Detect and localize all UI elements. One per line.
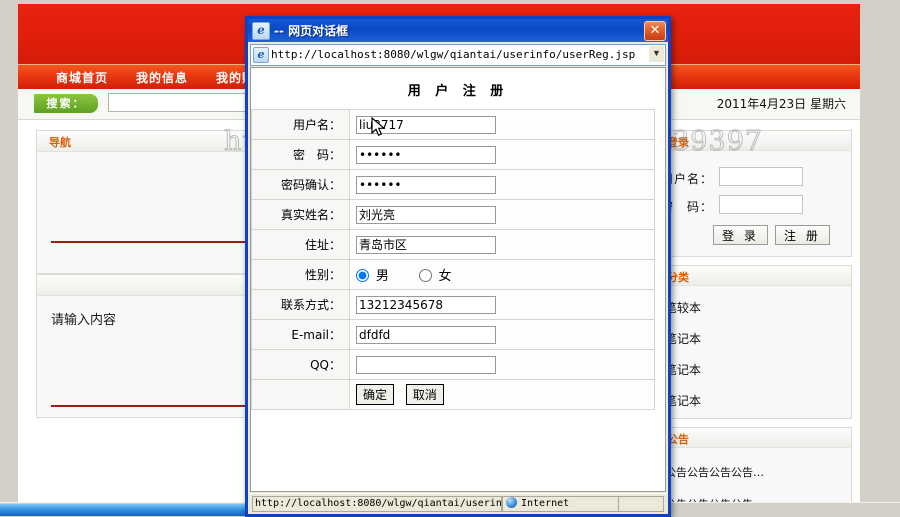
realname-input[interactable] xyxy=(356,205,496,224)
actions-cell: 确定 取消 xyxy=(349,379,655,410)
page-title: 用 户 注 册 xyxy=(407,84,509,99)
gender-label: 性别： xyxy=(251,259,350,290)
password-input[interactable] xyxy=(356,145,496,164)
qq-cell xyxy=(349,349,655,380)
realname-cell xyxy=(349,199,655,230)
qq-label: QQ： xyxy=(251,349,350,380)
gender-female-radio[interactable] xyxy=(418,269,432,282)
list-item[interactable]: 笔记本 xyxy=(657,354,851,385)
login-password-row: 密 码： xyxy=(657,191,851,219)
registration-form: 用户名： 密 码： 密码确认： 真实姓名： xyxy=(251,109,655,410)
table-row: QQ： xyxy=(251,349,655,380)
table-row: 住址： xyxy=(251,229,655,260)
nav-item-home[interactable]: 商城首页 xyxy=(56,69,108,86)
web-page-dialog: e -- 网页对话框 ✕ e http://localhost:8080/wlg… xyxy=(245,16,671,517)
realname-label: 真实姓名： xyxy=(251,199,350,230)
register-button[interactable]: 注 册 xyxy=(775,225,830,245)
ie-browser-icon: e xyxy=(252,22,270,40)
table-row: 性别： 男 女 xyxy=(251,259,655,290)
login-username-input[interactable] xyxy=(719,167,803,186)
dialog-status-bar: http://localhost:8080/wlgw/qiantai/useri… xyxy=(250,493,666,512)
chevron-down-icon[interactable]: ▼ xyxy=(649,46,664,62)
login-panel-header: 登录 xyxy=(657,131,851,151)
address-cell xyxy=(349,229,655,260)
login-username-row: 用户名： xyxy=(657,163,851,191)
list-item[interactable]: 公告公告公告公告… xyxy=(657,456,851,488)
status-url-text: http://localhost:8080/wlgw/qiantai/useri… xyxy=(252,496,502,512)
phone-label: 联系方式： xyxy=(251,289,350,320)
close-icon[interactable]: ✕ xyxy=(644,21,666,41)
category-panel: 分类 笔较本 笔记本 笔记本 笔记本 xyxy=(656,265,852,419)
table-row: 确定 取消 xyxy=(251,379,655,410)
gender-cell: 男 女 xyxy=(349,259,655,290)
table-row: 密码确认： xyxy=(251,169,655,200)
username-input[interactable] xyxy=(356,115,496,134)
username-cell xyxy=(349,109,655,140)
login-panel: 登录 用户名： 密 码： 登 录 注 册 xyxy=(656,130,852,257)
table-row: E-mail： xyxy=(251,319,655,350)
dialog-document: 用 户 注 册 用户名： 密 码： 密码确认： 真实 xyxy=(250,67,666,492)
status-zone-text: Internet xyxy=(521,498,570,509)
password-label: 密 码： xyxy=(251,139,350,170)
list-item[interactable]: 笔记本 xyxy=(657,323,851,354)
table-row: 密 码： xyxy=(251,139,655,170)
current-date-text: 2011年4月23日 星期六 xyxy=(716,97,846,111)
phone-cell xyxy=(349,289,655,320)
table-row: 用户名： xyxy=(251,109,655,140)
login-password-input[interactable] xyxy=(719,195,803,214)
gender-male-option[interactable]: 男 xyxy=(356,265,389,284)
address-label: 住址： xyxy=(251,229,350,260)
password-confirm-label: 密码确认： xyxy=(251,169,350,200)
dialog-title-text: -- 网页对话框 xyxy=(274,24,349,38)
gender-male-radio[interactable] xyxy=(356,269,369,282)
gender-female-option[interactable]: 女 xyxy=(418,265,452,284)
address-bar[interactable]: e http://localhost:8080/wlgw/qiantai/use… xyxy=(250,44,666,66)
list-item[interactable]: 笔记本 xyxy=(657,385,851,416)
table-row: 真实姓名： xyxy=(251,199,655,230)
dialog-title-bar[interactable]: e -- 网页对话框 ✕ xyxy=(248,19,668,42)
address-page-icon: e xyxy=(253,47,269,63)
notice-panel: 公告 公告公告公告公告… 公告公告公告公告… xyxy=(656,427,852,509)
username-label: 用户名： xyxy=(251,109,350,140)
nav-item-my-info[interactable]: 我的信息 xyxy=(136,69,188,86)
login-button-row: 登 录 注 册 xyxy=(657,219,851,257)
email-label: E-mail： xyxy=(251,319,350,350)
phone-input[interactable] xyxy=(356,295,496,314)
nav-panel-title: 导航 xyxy=(49,136,71,149)
login-button[interactable]: 登 录 xyxy=(713,225,768,245)
list-item[interactable]: 笔较本 xyxy=(657,292,851,323)
search-label: 搜索： xyxy=(34,94,98,113)
email-cell xyxy=(349,319,655,350)
globe-icon xyxy=(506,497,517,508)
actions-empty-label xyxy=(251,379,350,410)
address-url-text: http://localhost:8080/wlgw/qiantai/useri… xyxy=(271,48,636,61)
content-placeholder-text: 请输入内容 xyxy=(51,313,117,328)
password-cell xyxy=(349,139,655,170)
submit-button[interactable]: 确定 xyxy=(356,384,395,405)
status-resize-grip[interactable] xyxy=(618,496,664,512)
cancel-button[interactable]: 取消 xyxy=(405,384,444,405)
password-confirm-cell xyxy=(349,169,655,200)
email-input[interactable] xyxy=(356,325,496,344)
table-row: 联系方式： xyxy=(251,289,655,320)
notice-panel-header: 公告 xyxy=(657,428,851,448)
address-input[interactable] xyxy=(356,235,496,254)
gender-male-label: 男 xyxy=(375,269,389,284)
right-sidebar: 登录 用户名： 密 码： 登 录 注 册 分类 笔较本 笔记本 笔记本 笔记本 … xyxy=(656,130,852,509)
password-confirm-input[interactable] xyxy=(356,175,496,194)
category-panel-header: 分类 xyxy=(657,266,851,286)
status-zone: Internet xyxy=(502,496,624,512)
qq-input[interactable] xyxy=(356,355,496,374)
gender-female-label: 女 xyxy=(438,269,452,284)
